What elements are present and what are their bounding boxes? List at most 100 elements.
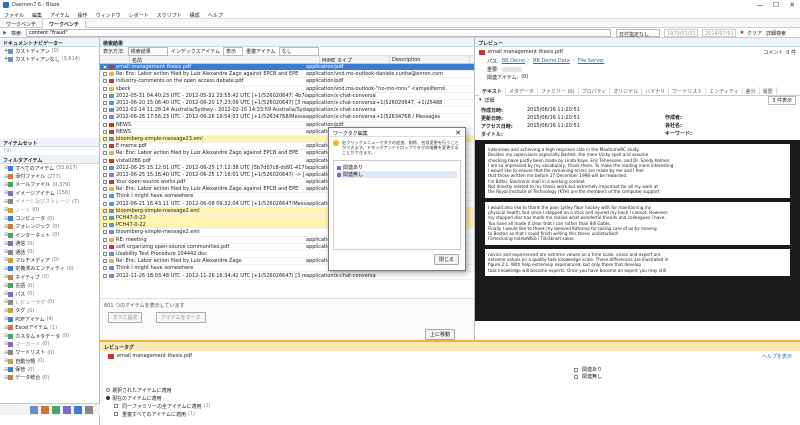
row-checkbox[interactable] — [103, 216, 107, 221]
menu-item-6[interactable]: スクリプト — [153, 10, 186, 19]
row-checkbox[interactable] — [103, 72, 107, 77]
user-icon[interactable] — [52, 406, 60, 414]
menu-item-7[interactable]: 構成 — [186, 10, 204, 19]
mark-items-button[interactable]: アイテムをマーク — [156, 312, 206, 323]
print-icon[interactable] — [41, 406, 49, 414]
dialog-tag-2[interactable]: 関連無し — [337, 171, 457, 178]
row-checkbox[interactable] — [103, 180, 107, 185]
preview-tab[interactable]: ワードリスト — [669, 86, 707, 96]
apply-selected-radio[interactable]: 選択されたアイテムに適用 — [106, 386, 211, 394]
row-checkbox[interactable] — [103, 251, 107, 256]
row-checkbox[interactable] — [103, 273, 107, 278]
menu-item-0[interactable]: ファイル — [0, 10, 28, 19]
tag-icon[interactable] — [63, 406, 71, 414]
col-name[interactable]: 名前 — [130, 56, 320, 64]
filter-item[interactable]: ⊞ パス (0) — [0, 290, 99, 298]
play-icon[interactable]: ▶ — [3, 30, 7, 36]
review-tag-2[interactable]: 関連無し — [574, 373, 602, 380]
row-checkbox[interactable] — [103, 101, 107, 106]
row-checkbox[interactable] — [103, 237, 107, 242]
row-checkbox[interactable] — [103, 158, 107, 163]
menu-item-5[interactable]: レポート — [125, 10, 153, 19]
filter-item[interactable]: ⊞ ノート (0) — [0, 206, 99, 214]
row-checkbox[interactable] — [103, 122, 107, 127]
row-checkbox[interactable] — [103, 65, 107, 70]
show-select[interactable]: 表示 — [223, 46, 244, 56]
preview-tab[interactable]: エンティティ — [706, 86, 743, 96]
preview-tab[interactable]: ファミリー (0) — [538, 86, 579, 96]
filter-item[interactable]: ⊞ 通話 (0) — [0, 248, 99, 256]
doc-nav-item[interactable]: + カストディアンなし (5,614) — [0, 55, 99, 63]
dialog-close-icon[interactable]: ✕ — [455, 129, 461, 137]
preview-tab[interactable]: 差分 — [743, 86, 760, 96]
tab-workbench-2[interactable]: ワークベンチ — [43, 19, 87, 28]
filter-item[interactable]: ⊞ タグ (0) — [0, 307, 99, 315]
menu-item-4[interactable]: ウィンドウ — [92, 10, 125, 19]
filter-item[interactable]: ⊞ 添付ファイル (277) — [0, 172, 99, 181]
row-checkbox[interactable] — [103, 244, 107, 249]
clear-icon[interactable]: ✖ — [740, 30, 744, 36]
apply-current-radio[interactable]: 現在のアイテムに適用 — [106, 394, 211, 402]
export-icon[interactable] — [30, 406, 38, 414]
duplicate-select[interactable]: なし — [278, 46, 319, 56]
preview-tab[interactable]: プロパティ — [579, 86, 611, 96]
filter-item[interactable]: ⊞ フォレンジック (0) — [0, 223, 99, 231]
filter-item[interactable]: ⊞ Excelアイテム (1) — [0, 323, 99, 332]
row-checkbox[interactable] — [103, 136, 107, 141]
row-checkbox[interactable] — [103, 79, 107, 84]
filter-item[interactable]: ⊞ 自動分類 (0) — [0, 357, 99, 365]
row-checkbox[interactable] — [103, 115, 107, 120]
date-from-field[interactable]: 1970/01/01 — [664, 29, 698, 37]
menu-item-8[interactable]: ヘルプ — [204, 10, 227, 19]
filter-item[interactable]: ⊞ インターネット (0) — [0, 231, 99, 239]
filter-item[interactable]: ⊞ すべてのアイテム (55,617) — [0, 164, 99, 172]
filter-item[interactable]: ⊞ 定義済みエンティティ (0) — [0, 265, 99, 273]
advanced-search-button[interactable]: 詳細検索 — [766, 30, 786, 37]
help-link[interactable]: ヘルプを表示 — [762, 353, 792, 360]
minimize-button[interactable]: — — [752, 0, 768, 10]
result-row[interactable]: 2012-06-26 17:56:23 UTC - 2012-06-26 19:… — [100, 114, 474, 122]
menu-item-2[interactable]: アイテム — [46, 10, 74, 19]
result-row[interactable]: Re: Enc: Labor action filed by Luiz Alex… — [100, 71, 474, 79]
filter-item[interactable]: ⊞ ワードリスト (0) — [0, 349, 99, 357]
row-checkbox[interactable] — [103, 223, 107, 228]
row-checkbox[interactable] — [103, 172, 107, 177]
filter-item[interactable]: ⊞ ネイティブ (0) — [0, 273, 99, 281]
row-checkbox[interactable] — [103, 93, 107, 98]
comment-label[interactable]: コメント — [763, 49, 783, 56]
path-seg-3[interactable]: File Server — [578, 58, 604, 64]
filter-item[interactable]: ⊞ イメージアイテム (158) — [0, 189, 99, 197]
row-checkbox[interactable] — [103, 108, 107, 113]
row-checkbox[interactable] — [103, 129, 107, 134]
preview-tab[interactable]: テキスト — [479, 86, 506, 96]
search-input[interactable] — [26, 29, 611, 37]
preview-tab[interactable]: オリジナル — [610, 86, 643, 96]
filter-item[interactable]: ⊞ 言語 (0) — [0, 281, 99, 290]
tag-chip[interactable] — [501, 66, 522, 72]
preview-tab[interactable]: メタデータ — [506, 86, 538, 96]
clear-button[interactable]: クリア — [747, 30, 762, 37]
filter-item[interactable]: ⊞ イメージ及びストレージ (7) — [0, 198, 99, 206]
result-row[interactable]: 2012-05-31 04:40:23 UTC - 2012-05-31 23:… — [100, 93, 474, 100]
row-checkbox[interactable] — [103, 151, 107, 156]
filter-item[interactable]: ⊞ データ統合 (0) — [0, 374, 99, 382]
result-row[interactable]: industry-comments on the open access deb… — [100, 78, 474, 86]
filter-item[interactable]: ⊞ コンピュータ (0) — [0, 214, 99, 223]
row-checkbox[interactable] — [103, 187, 107, 192]
move-up-button[interactable]: 上に移動 — [425, 329, 456, 340]
filter-item[interactable]: ⊞ 通信 (0) — [0, 240, 99, 248]
row-checkbox[interactable] — [103, 165, 107, 170]
settings-icon[interactable] — [85, 406, 93, 414]
collapse-icon[interactable]: ▾ — [479, 97, 482, 103]
filter-item[interactable]: ⊞ カスタムメタデータ (0) — [0, 332, 99, 340]
select-all-button[interactable]: すべて設定 — [108, 312, 143, 323]
maximize-button[interactable]: ☐ — [768, 0, 784, 10]
dialog-close-button[interactable]: 閉じる — [433, 254, 459, 265]
family-checkbox[interactable]: 同一ファミリーの全アイテムに適用 (1) — [106, 402, 211, 410]
display-select[interactable]: 検索結果 — [127, 46, 168, 56]
row-checkbox[interactable] — [103, 208, 107, 213]
row-checkbox[interactable] — [103, 194, 107, 199]
row-checkbox[interactable] — [103, 230, 107, 235]
menu-item-3[interactable]: 操作 — [74, 10, 92, 19]
filter-icon[interactable] — [74, 406, 82, 414]
